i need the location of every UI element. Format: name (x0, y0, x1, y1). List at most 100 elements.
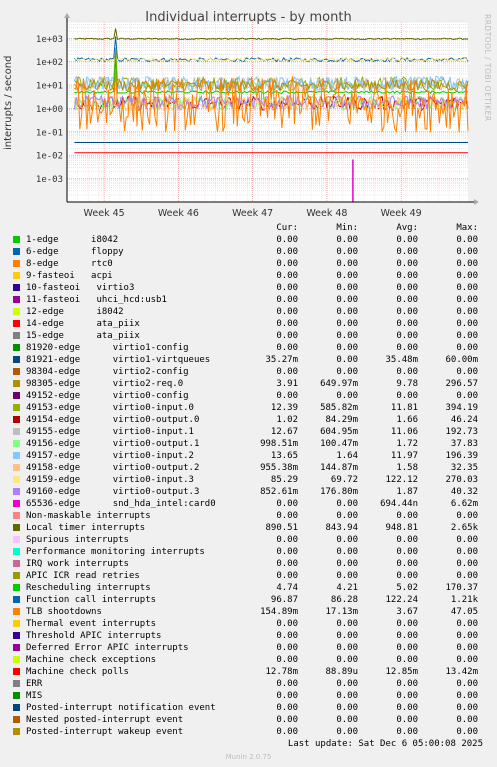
legend-min-value: 0.00 (336, 715, 358, 725)
legend-min-value: 0.00 (336, 571, 358, 581)
legend-row: Spurious interrupts 0.00 0.00 0.00 0.00 (0, 534, 497, 546)
legend-max-value: 0.00 (456, 727, 478, 737)
legend-min-value: 0.00 (336, 547, 358, 557)
legend-avg-value: 0.00 (396, 703, 418, 713)
legend-swatch (13, 284, 20, 291)
legend-row: Local timer interrupts 890.51 843.94 948.81… (0, 522, 497, 534)
legend-swatch (13, 320, 20, 327)
legend-series-name: 9-fasteoi acpi (26, 271, 113, 281)
legend-row: 49153-edge virtio0-input.0 12.39 585.82m 11… (0, 402, 497, 414)
legend-max-value: 37.83 (450, 439, 478, 449)
legend-row: 8-edge rtc0 0.00 0.00 0.00 0.00 (0, 258, 497, 270)
legend-avg-value: 0.00 (396, 259, 418, 269)
legend-max-value: 0.00 (456, 535, 478, 545)
legend-series-name: 49158-edge virtio0-output.2 (26, 463, 200, 473)
legend-swatch (13, 476, 20, 483)
legend-swatch (13, 416, 20, 423)
legend-row: 98305-edge virtio2-req.0 3.91 649.97m 9.78 2… (0, 378, 497, 390)
legend-row: 6-edge floppy 0.00 0.00 0.00 0.00 (0, 246, 497, 258)
legend-cur-value: 0.00 (276, 307, 298, 317)
legend-avg-value: 0.00 (396, 559, 418, 569)
legend-row: APIC ICR read retries 0.00 0.00 0.00 0.00 (0, 570, 497, 582)
legend-row: Performance monitoring interrupts 0.00 0.0… (0, 546, 497, 558)
legend-series-name: 49152-edge virtio0-config (26, 391, 189, 401)
legend-cur-value: 0.00 (276, 295, 298, 305)
legend-cur-value: 0.00 (276, 643, 298, 653)
legend-row: 49154-edge virtio0-output.0 1.02 84.29m 1.6… (0, 414, 497, 426)
legend-min-value: 0.00 (336, 691, 358, 701)
legend-row: 81920-edge virtio1-config 0.00 0.00 0.00 0.0… (0, 342, 497, 354)
y-tick-labels: 1e+03 1e+02 1e+01 1e+00 1e-01 1e-02 1e-03 (36, 35, 63, 185)
legend-series-name: 1-edge i8042 (26, 235, 119, 245)
legend-row: 49155-edge virtio0-input.1 12.67 604.95m 11… (0, 426, 497, 438)
legend-series-name: MIS (26, 691, 43, 701)
legend-min-value: 843.94 (325, 523, 358, 533)
legend-cur-value: 1.02 (276, 415, 298, 425)
y-tick-label: 1e+00 (36, 105, 63, 115)
legend-avg-value: 1.87 (396, 487, 418, 497)
legend-swatch (13, 704, 20, 711)
legend-swatch (13, 308, 20, 315)
x-tick-label: Week 46 (158, 208, 199, 219)
legend-swatch (13, 488, 20, 495)
legend-min-value: 0.00 (336, 391, 358, 401)
legend-series-name: APIC ICR read retries (26, 571, 140, 581)
legend-swatch (13, 440, 20, 447)
legend-max-value: 0.00 (456, 691, 478, 701)
legend-min-value: 604.95m (320, 427, 358, 437)
legend-min-value: 69.72 (330, 475, 358, 485)
legend-min-value: 88.89u (325, 667, 358, 677)
legend-swatch (13, 716, 20, 723)
legend-cur-value: 0.00 (276, 571, 298, 581)
legend-cur-value: 852.61m (260, 487, 298, 497)
legend-min-value: 0.00 (336, 559, 358, 569)
legend-min-value: 0.00 (336, 643, 358, 653)
legend-cur-value: 0.00 (276, 655, 298, 665)
legend-row: Thermal event interrupts 0.00 0.00 0.00 0.00 (0, 618, 497, 630)
legend-min-value: 0.00 (336, 619, 358, 629)
legend-avg-value: 0.00 (396, 691, 418, 701)
legend-avg-value: 0.00 (396, 271, 418, 281)
legend-max-value: 0.00 (456, 559, 478, 569)
legend-header-min: Min: (336, 223, 358, 233)
legend-row: 49152-edge virtio0-config 0.00 0.00 0.00 0.0… (0, 390, 497, 402)
legend-max-value: 0.00 (456, 643, 478, 653)
legend-avg-value: 5.02 (396, 583, 418, 593)
legend-avg-value: 35.48m (385, 355, 418, 365)
legend-max-value: 0.00 (456, 367, 478, 377)
legend-avg-value: 0.00 (396, 679, 418, 689)
legend-series-name: Thermal event interrupts (26, 619, 157, 629)
legend-row: MIS 0.00 0.00 0.00 0.00 (0, 690, 497, 702)
legend-series-name: Machine check polls (26, 667, 129, 677)
legend-avg-value: 0.00 (396, 319, 418, 329)
legend-max-value: 0.00 (456, 715, 478, 725)
legend-series-name: TLB shootdowns (26, 607, 102, 617)
legend-cur-value: 12.39 (270, 403, 298, 413)
legend-row: Machine check exceptions 0.00 0.00 0.00 0.00 (0, 654, 497, 666)
legend-min-value: 84.29m (325, 415, 358, 425)
legend-series-name: Posted-interrupt wakeup event (26, 727, 184, 737)
legend-cur-value: 4.74 (276, 583, 298, 593)
legend-max-value: 46.24 (450, 415, 478, 425)
legend-cur-value: 0.00 (276, 715, 298, 725)
legend-swatch (13, 260, 20, 267)
legend-swatch (13, 248, 20, 255)
legend-series-name: ERR (26, 679, 43, 689)
munin-version: Munin 2.0.75 (225, 753, 272, 761)
legend-max-value: 0.00 (456, 391, 478, 401)
legend-row: ERR 0.00 0.00 0.00 0.00 (0, 678, 497, 690)
x-axis-arrow (474, 199, 479, 205)
legend-avg-value: 9.78 (396, 379, 418, 389)
legend-cur-value: 12.78m (265, 667, 298, 677)
legend-min-value: 17.13m (325, 607, 358, 617)
legend-swatch (13, 632, 20, 639)
legend-row: 65536-edge snd_hda_intel:card0 0.00 0.00 69… (0, 498, 497, 510)
legend-min-value: 0.00 (336, 271, 358, 281)
legend-min-value: 86.28 (330, 595, 358, 605)
legend-swatch (13, 368, 20, 375)
legend-row: 10-fasteoi virtio3 0.00 0.00 0.00 0.00 (0, 282, 497, 294)
legend-series-name: Function call interrupts (26, 595, 157, 605)
legend-series-name: 8-edge rtc0 (26, 259, 113, 269)
legend-swatch (13, 356, 20, 363)
legend-max-value: 0.00 (456, 283, 478, 293)
